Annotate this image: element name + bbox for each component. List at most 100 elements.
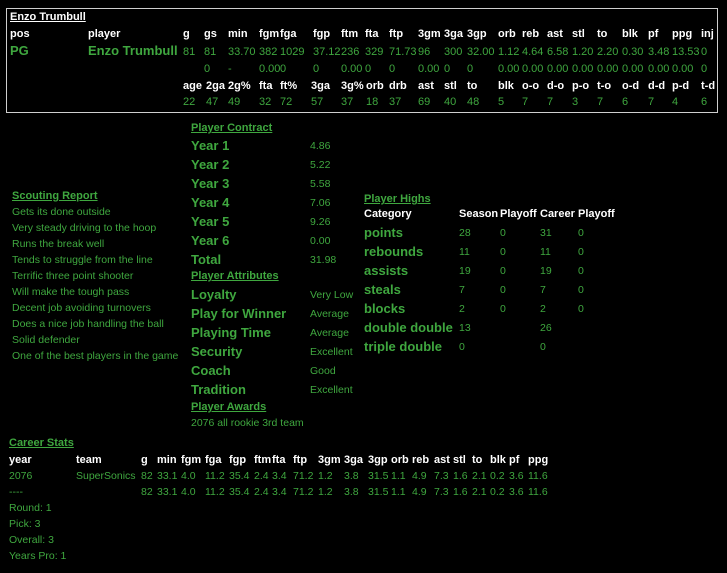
highs-category: triple double xyxy=(364,339,442,354)
highs-career: 2 xyxy=(540,303,546,315)
draft-info-item: Years Pro: 1 xyxy=(9,550,67,562)
career-cell: 11.2 xyxy=(205,470,225,482)
career-cell: ---- xyxy=(9,486,23,498)
career-column-header: blk xyxy=(490,454,506,466)
header-label: to xyxy=(597,28,608,40)
header-label-row3: t-o xyxy=(597,80,612,92)
player-highs-title[interactable]: Player Highs xyxy=(364,193,431,205)
career-column-header: min xyxy=(157,454,177,466)
header-label: g xyxy=(183,28,190,40)
header-label: fta xyxy=(365,28,379,40)
attribute-value: Average xyxy=(310,327,349,339)
header-label-row3: ast xyxy=(418,80,434,92)
header-value-row3: 7 xyxy=(547,96,554,108)
career-column-header: team xyxy=(76,454,102,466)
header-value-row3: 40 xyxy=(444,96,457,108)
highs-career: 7 xyxy=(540,284,546,296)
career-cell: 3.4 xyxy=(272,470,287,482)
career-column-header: fga xyxy=(205,454,222,466)
career-column-header: ftm xyxy=(254,454,272,466)
career-column-header: fgp xyxy=(229,454,247,466)
contract-year-value: 9.26 xyxy=(310,216,331,228)
header-value-row3: 37 xyxy=(389,96,402,108)
header-label: player xyxy=(88,28,121,40)
career-cell: 1.6 xyxy=(453,486,468,498)
highs-career-playoff: 0 xyxy=(578,246,584,258)
header-value: 382 xyxy=(259,46,278,58)
attribute-label: Play for Winner xyxy=(191,306,287,321)
career-column-header: 3ga xyxy=(344,454,363,466)
header-value-row2: 0 xyxy=(701,63,708,75)
career-cell: 2.1 xyxy=(472,470,487,482)
career-cell: 82 xyxy=(141,470,153,482)
highs-season: 2 xyxy=(459,303,465,315)
career-cell: 3.8 xyxy=(344,470,359,482)
player-attributes-title[interactable]: Player Attributes xyxy=(191,270,279,282)
header-value: 300 xyxy=(444,46,463,58)
header-label-row3: drb xyxy=(389,80,407,92)
scouting-item: Runs the break well xyxy=(12,238,105,250)
career-cell: 1.2 xyxy=(318,470,333,482)
header-value: 1029 xyxy=(280,46,305,58)
header-value: 32.00 xyxy=(467,46,495,58)
header-label: 3ga xyxy=(444,28,463,40)
player-contract-title[interactable]: Player Contract xyxy=(191,122,272,134)
header-value-row2: 0.00 xyxy=(597,63,619,75)
career-cell: 2.1 xyxy=(472,486,487,498)
header-value-row2: - xyxy=(228,63,232,75)
header-value: 329 xyxy=(365,46,384,58)
career-cell: 35.4 xyxy=(229,486,250,498)
attribute-value: Average xyxy=(310,308,349,320)
career-cell: 0.2 xyxy=(490,486,505,498)
header-value-row3: 4 xyxy=(672,96,679,108)
attribute-value: Good xyxy=(310,365,336,377)
contract-year-value: 5.22 xyxy=(310,159,331,171)
header-value: 4.64 xyxy=(522,46,544,58)
header-value-row3: 7 xyxy=(522,96,529,108)
player-name-title[interactable]: Enzo Trumbull xyxy=(10,11,86,23)
career-cell: 4.0 xyxy=(181,486,196,498)
scouting-item: Solid defender xyxy=(12,334,80,346)
header-label: stl xyxy=(572,28,585,40)
highs-playoff: 0 xyxy=(500,265,506,277)
career-column-header: orb xyxy=(391,454,409,466)
header-value-row3: 32 xyxy=(259,96,272,108)
highs-season: 28 xyxy=(459,227,471,239)
header-label: ast xyxy=(547,28,563,40)
header-value-row2: 0 xyxy=(365,63,372,75)
header-label-row3: 3g% xyxy=(341,80,364,92)
header-label: gs xyxy=(204,28,217,40)
career-cell: 3.4 xyxy=(272,486,287,498)
career-cell: 2.4 xyxy=(254,470,269,482)
header-label: min xyxy=(228,28,248,40)
highs-category: steals xyxy=(364,282,401,297)
contract-year-label: Year 6 xyxy=(191,233,230,248)
header-value-row3: 22 xyxy=(183,96,196,108)
career-cell: 4.9 xyxy=(412,470,427,482)
header-label-row3: o-d xyxy=(622,80,640,92)
highs-playoff: 0 xyxy=(500,303,506,315)
highs-season: 13 xyxy=(459,322,471,334)
header-value-row2: 0.00 xyxy=(672,63,694,75)
header-label-row3: age xyxy=(183,80,202,92)
header-value: 33.70 xyxy=(228,46,256,58)
contract-year-label: Year 5 xyxy=(191,214,230,229)
draft-info-item: Overall: 3 xyxy=(9,534,54,546)
player-awards-title[interactable]: Player Awards xyxy=(191,401,266,413)
highs-playoff: 0 xyxy=(500,227,506,239)
contract-year-label: Year 4 xyxy=(191,195,230,210)
header-value: 71.73 xyxy=(389,46,417,58)
career-column-header: ppg xyxy=(528,454,549,466)
scouting-item: Very steady driving to the hoop xyxy=(12,222,157,234)
career-cell: 71.2 xyxy=(293,486,314,498)
header-value-row3: 37 xyxy=(341,96,354,108)
career-column-header: to xyxy=(472,454,483,466)
career-stats-title[interactable]: Career Stats xyxy=(9,437,74,449)
career-column-header: reb xyxy=(412,454,430,466)
scouting-report-title[interactable]: Scouting Report xyxy=(12,190,98,202)
highs-career: 26 xyxy=(540,322,552,334)
header-value-row2: 0.00 xyxy=(522,63,544,75)
highs-column-header: Playoff xyxy=(500,208,537,220)
header-value-row2: 0 xyxy=(389,63,396,75)
header-label: 3gp xyxy=(467,28,487,40)
